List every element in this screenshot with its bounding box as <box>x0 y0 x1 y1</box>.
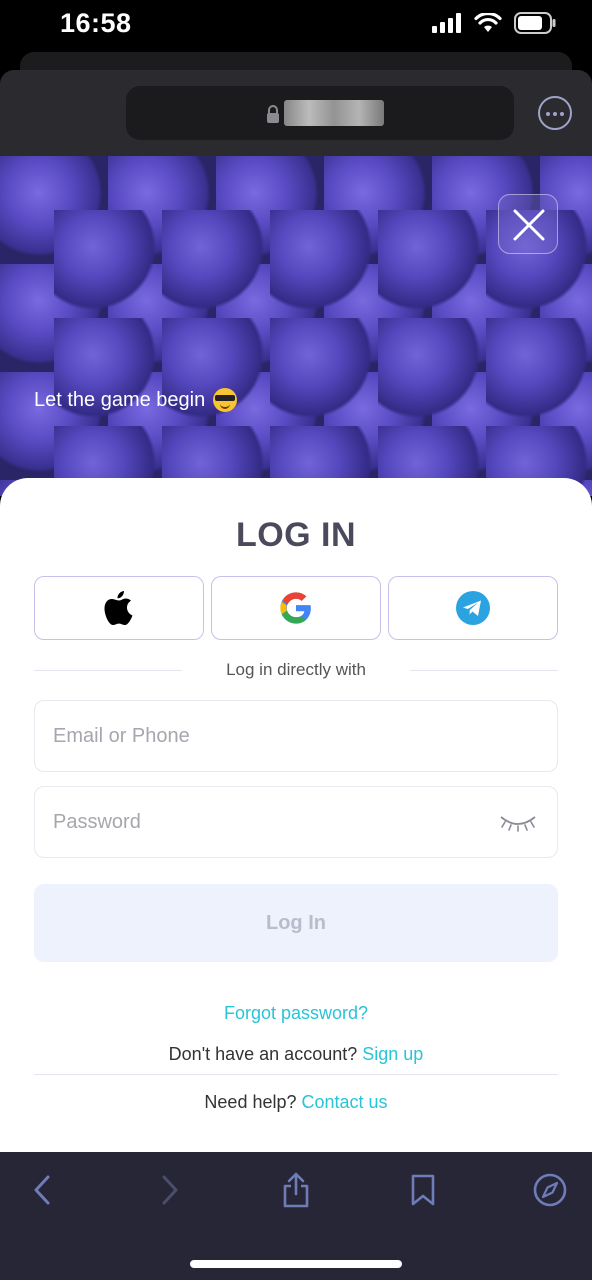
sunglasses-emoji-icon <box>213 388 238 412</box>
home-indicator[interactable] <box>190 1260 402 1268</box>
back-button[interactable] <box>22 1170 62 1210</box>
sheet-divider <box>34 1074 558 1075</box>
login-submit-button[interactable]: Log In <box>34 884 558 962</box>
share-button[interactable] <box>276 1170 316 1210</box>
apple-icon <box>104 591 133 625</box>
bookmarks-icon <box>411 1174 435 1206</box>
forgot-password-link[interactable]: Forgot password? <box>0 1003 592 1024</box>
divider-row: Log in directly with <box>34 660 558 682</box>
email-field[interactable] <box>35 701 557 771</box>
bookmarks-button[interactable] <box>403 1170 443 1210</box>
share-icon <box>283 1172 309 1208</box>
no-account-text: Don't have an account? <box>168 1044 358 1064</box>
browser-toolbar <box>0 1152 592 1280</box>
status-icons <box>432 12 556 34</box>
close-icon <box>513 209 545 241</box>
lock-icon <box>267 105 279 123</box>
wifi-icon <box>474 13 502 32</box>
password-field[interactable] <box>35 787 557 857</box>
signup-link[interactable]: Sign up <box>362 1044 423 1064</box>
google-icon <box>280 592 311 624</box>
eye-closed-icon[interactable] <box>499 813 537 833</box>
password-field-container <box>34 786 558 858</box>
close-button[interactable] <box>498 194 558 254</box>
apple-login-button[interactable] <box>34 576 204 640</box>
status-bar: 16:58 <box>0 0 592 52</box>
forward-button[interactable] <box>150 1170 190 1210</box>
forward-icon <box>162 1175 178 1205</box>
telegram-icon <box>456 591 490 625</box>
compass-icon <box>533 1173 567 1207</box>
back-icon <box>34 1175 50 1205</box>
social-login-row <box>34 576 558 640</box>
help-text: Need help? <box>204 1092 297 1112</box>
url-field[interactable] <box>126 86 514 140</box>
login-sheet: LOG IN Log in directly with Email or Pho… <box>0 478 592 1152</box>
hero-caption-text: Let the game begin <box>34 388 206 411</box>
google-login-button[interactable] <box>211 576 381 640</box>
signal-icon <box>432 13 461 33</box>
hero-banner: Let the game begin <box>0 156 592 496</box>
browser-address-bar <box>0 70 592 156</box>
hero-caption: Let the game begin <box>34 388 238 412</box>
telegram-login-button[interactable] <box>388 576 558 640</box>
contact-us-link[interactable]: Contact us <box>302 1092 388 1112</box>
compass-button[interactable] <box>530 1170 570 1210</box>
url-text-redacted <box>284 100 384 126</box>
divider-line-right <box>410 670 558 671</box>
status-time: 16:58 <box>60 8 132 38</box>
battery-icon <box>514 12 556 34</box>
more-icon[interactable] <box>538 96 572 130</box>
help-row: Need help? Contact us <box>0 1092 592 1113</box>
email-field-container <box>34 700 558 772</box>
page-title: LOG IN <box>235 516 357 554</box>
signup-row: Don't have an account? Sign up <box>0 1044 592 1065</box>
